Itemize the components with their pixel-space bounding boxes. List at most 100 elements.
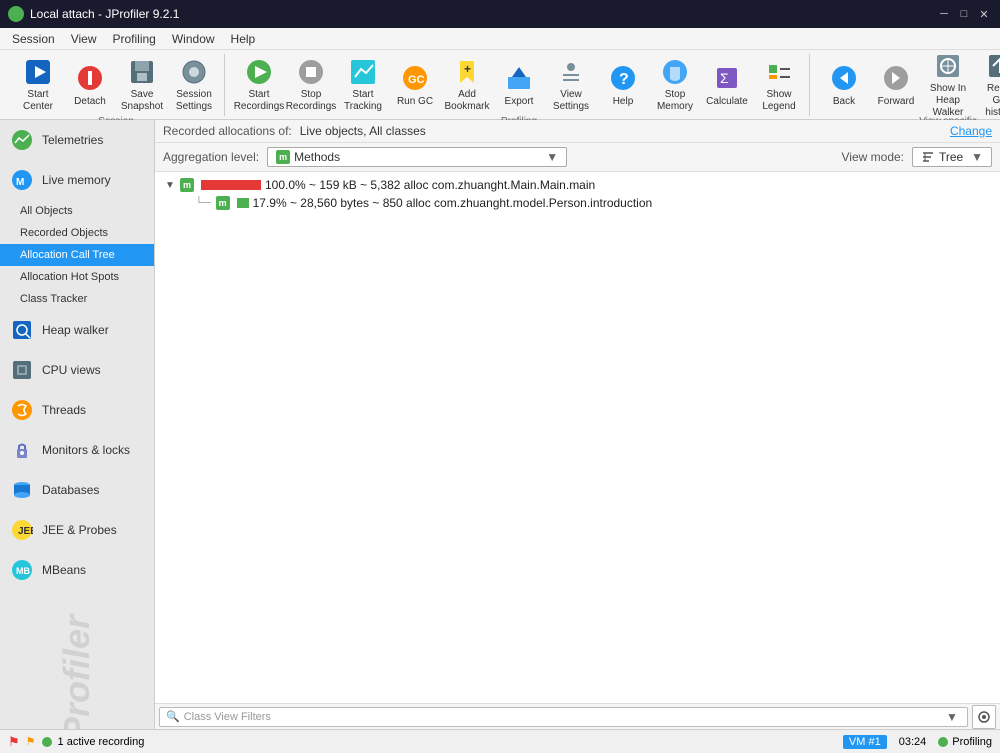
- cpu-views-label: CPU views: [42, 363, 101, 377]
- vm-label: VM #1: [843, 735, 887, 749]
- monitors-locks-label: Monitors & locks: [42, 443, 130, 457]
- start-tracking-button[interactable]: StartTracking: [337, 56, 389, 114]
- back-icon: [828, 62, 860, 94]
- add-bookmark-button[interactable]: + AddBookmark: [441, 56, 493, 114]
- save-snapshot-button[interactable]: SaveSnapshot: [116, 56, 168, 114]
- calculate-button[interactable]: Σ Calculate: [701, 56, 753, 114]
- mbeans-icon: MB: [10, 558, 34, 582]
- sidebar-item-class-tracker[interactable]: Class Tracker: [0, 288, 154, 310]
- record-dot: [42, 737, 52, 747]
- help-icon: ?: [607, 62, 639, 94]
- tree-connector-2: └─: [195, 197, 211, 209]
- sidebar-item-mbeans[interactable]: MB MBeans: [0, 550, 154, 590]
- view-settings-button[interactable]: ViewSettings: [545, 56, 597, 114]
- menu-session[interactable]: Session: [4, 30, 63, 48]
- toolbar: StartCenter Detach SaveSnapshot SessionS…: [0, 50, 1000, 120]
- sidebar-watermark: JProfiler: [56, 611, 98, 729]
- detach-label: Detach: [74, 96, 106, 108]
- toolbar-viewspecific-section: Back Forward Show InHeap Walker ResetGC …: [814, 54, 1000, 116]
- start-recordings-icon: [243, 57, 275, 87]
- app-icon: [8, 6, 24, 22]
- stop-recordings-button[interactable]: StopRecordings: [285, 56, 337, 114]
- back-label: Back: [833, 96, 855, 108]
- back-button[interactable]: Back: [818, 56, 870, 114]
- title-bar-controls[interactable]: ─ □ ✕: [936, 6, 992, 22]
- reset-gc-history-icon: [984, 51, 1000, 81]
- tree-row[interactable]: └─ m 17.9% ~ 28,560 bytes ~ 850 alloc co…: [155, 194, 1000, 212]
- run-gc-label: Run GC: [397, 96, 433, 108]
- help-button[interactable]: ? Help: [597, 56, 649, 114]
- filter-dropdown-arrow[interactable]: ▼: [943, 710, 961, 724]
- window-title: Local attach - JProfiler 9.2.1: [30, 7, 179, 21]
- class-tracker-label: Class Tracker: [20, 293, 87, 305]
- show-legend-icon: [763, 57, 795, 87]
- filter-settings-button[interactable]: [972, 705, 996, 729]
- tree-toggle-1[interactable]: ▼: [163, 178, 177, 192]
- sidebar-item-telemetries[interactable]: Telemetries: [0, 120, 154, 160]
- menu-window[interactable]: Window: [164, 30, 223, 48]
- sidebar-item-all-objects[interactable]: All Objects: [0, 200, 154, 222]
- sidebar-item-live-memory[interactable]: M Live memory: [0, 160, 154, 200]
- sidebar-item-heap-walker[interactable]: Heap walker: [0, 310, 154, 350]
- sidebar-item-allocation-call-tree[interactable]: Allocation Call Tree: [0, 244, 154, 266]
- run-gc-button[interactable]: GC Run GC: [389, 56, 441, 114]
- stop-memory-icon: [659, 57, 691, 87]
- menu-profiling[interactable]: Profiling: [105, 30, 164, 48]
- reset-gc-history-button[interactable]: ResetGC history: [974, 56, 1000, 114]
- menu-help[interactable]: Help: [223, 30, 264, 48]
- help-label: Help: [613, 96, 634, 108]
- start-center-button[interactable]: StartCenter: [12, 56, 64, 114]
- sidebar-item-cpu-views[interactable]: CPU views: [0, 350, 154, 390]
- add-bookmark-label: AddBookmark: [445, 89, 490, 113]
- monitors-locks-icon: [10, 438, 34, 462]
- start-tracking-label: StartTracking: [344, 89, 382, 113]
- aggregation-select[interactable]: m Methods ▼: [267, 147, 567, 167]
- live-memory-label: Live memory: [42, 173, 111, 187]
- sidebar-item-jee-probes[interactable]: JEE JEE & Probes: [0, 510, 154, 550]
- forward-button[interactable]: Forward: [870, 56, 922, 114]
- forward-icon: [880, 62, 912, 94]
- view-mode-select[interactable]: Tree ▼: [912, 147, 992, 167]
- view-mode-dropdown-arrow: ▼: [971, 150, 983, 164]
- session-settings-button[interactable]: SessionSettings: [168, 56, 220, 114]
- start-recordings-label: StartRecordings: [234, 89, 285, 113]
- sidebar-item-allocation-hot-spots[interactable]: Allocation Hot Spots: [0, 266, 154, 288]
- sidebar-item-monitors-locks[interactable]: Monitors & locks: [0, 430, 154, 470]
- minimize-button[interactable]: ─: [936, 6, 952, 22]
- live-memory-icon: M: [10, 168, 34, 192]
- start-center-label: StartCenter: [23, 89, 53, 113]
- start-recordings-button[interactable]: StartRecordings: [233, 56, 285, 114]
- allocation-hot-spots-label: Allocation Hot Spots: [20, 271, 119, 283]
- filter-bar: 🔍 Class View Filters ▼: [155, 703, 1000, 729]
- svg-text:M: M: [16, 177, 24, 188]
- status-right: VM #1 03:24 Profiling: [843, 735, 992, 749]
- aggregation-row: Aggregation level: m Methods ▼ View mode…: [155, 143, 1000, 172]
- sidebar-item-databases[interactable]: Databases: [0, 470, 154, 510]
- record-label: 1 active recording: [58, 736, 145, 748]
- tree-content: ▼ m 100.0% ~ 159 kB ~ 5,382 alloc com.zh…: [155, 172, 1000, 703]
- menu-view[interactable]: View: [63, 30, 105, 48]
- filter-input[interactable]: 🔍 Class View Filters ▼: [159, 707, 968, 727]
- title-bar-left: Local attach - JProfiler 9.2.1: [8, 6, 179, 22]
- session-settings-icon: [178, 57, 210, 87]
- cpu-views-icon: [10, 358, 34, 382]
- content-area: Recorded allocations of: Live objects, A…: [155, 120, 1000, 729]
- show-in-heap-walker-button[interactable]: Show InHeap Walker: [922, 56, 974, 114]
- tree-row[interactable]: ▼ m 100.0% ~ 159 kB ~ 5,382 alloc com.zh…: [155, 176, 1000, 194]
- status-bar: ⚑ ⚑ 1 active recording VM #1 03:24 Profi…: [0, 729, 1000, 753]
- show-legend-button[interactable]: ShowLegend: [753, 56, 805, 114]
- close-button[interactable]: ✕: [976, 6, 992, 22]
- change-link[interactable]: Change: [950, 124, 992, 138]
- detach-button[interactable]: Detach: [64, 56, 116, 114]
- sidebar-item-threads[interactable]: Threads: [0, 390, 154, 430]
- stop-memory-button[interactable]: StopMemory: [649, 56, 701, 114]
- recorded-allocations-label: Recorded allocations of:: [163, 124, 292, 138]
- stop-memory-label: StopMemory: [657, 89, 693, 113]
- sidebar-item-recorded-objects[interactable]: Recorded Objects: [0, 222, 154, 244]
- main-area: Telemetries M Live memory All Objects Re…: [0, 120, 1000, 729]
- toolbar-profiling-section: StartRecordings StopRecordings StartTrac…: [229, 54, 810, 116]
- aggregation-dropdown-arrow: ▼: [546, 150, 558, 164]
- export-button[interactable]: Export: [493, 56, 545, 114]
- flag-icon-2: ⚑: [26, 735, 36, 748]
- maximize-button[interactable]: □: [956, 6, 972, 22]
